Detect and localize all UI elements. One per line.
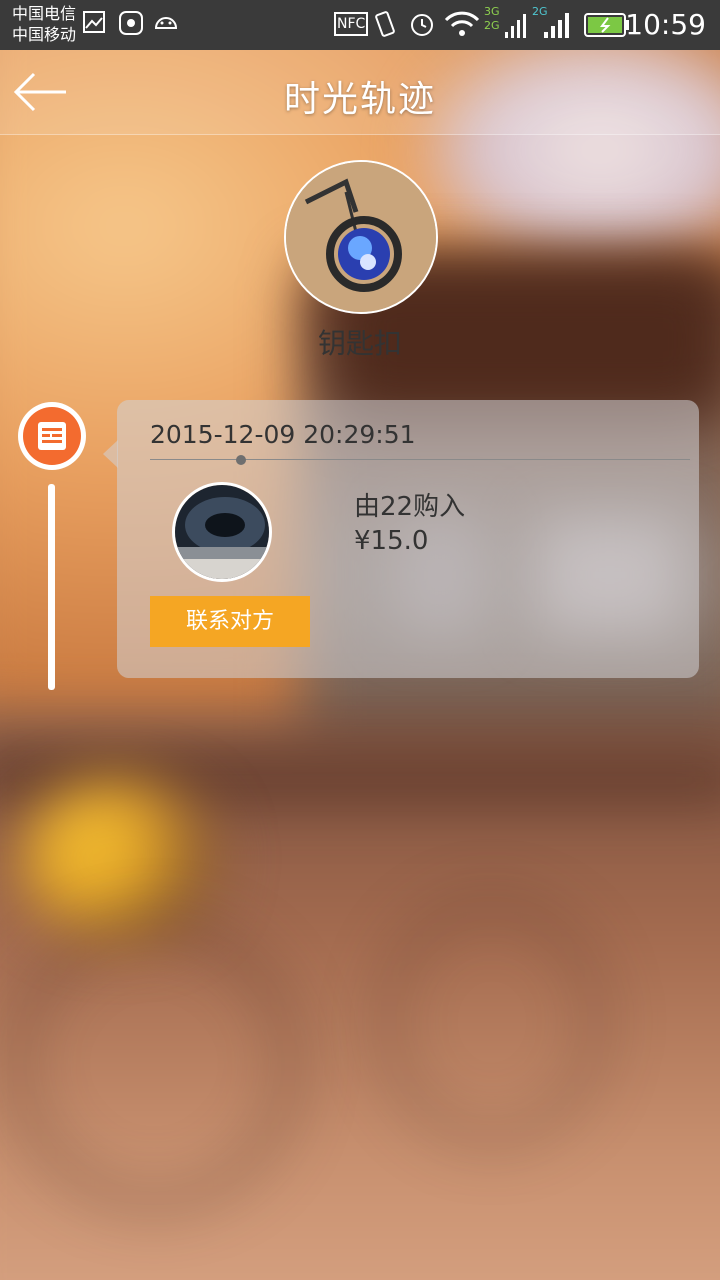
card-pointer xyxy=(103,440,118,468)
huawei-icon xyxy=(119,11,143,35)
vibrate-icon xyxy=(375,11,395,37)
keychain-image xyxy=(286,162,436,312)
purchase-price: ¥15.0 xyxy=(354,526,429,556)
document-icon xyxy=(38,422,66,450)
alarm-icon xyxy=(411,14,433,36)
android-icon xyxy=(154,17,178,29)
signal-icon-2 xyxy=(544,13,569,38)
clock: 10:59 xyxy=(625,8,706,41)
battery-icon xyxy=(584,13,629,37)
event-timestamp: 2015-12-09 20:29:51 xyxy=(150,420,416,449)
avatar-image xyxy=(175,485,269,579)
carrier-2: 中国移动 xyxy=(12,25,77,44)
card-divider xyxy=(150,459,690,460)
product-image xyxy=(284,160,438,314)
contact-button[interactable]: 联系对方 xyxy=(150,596,310,647)
image-icon xyxy=(83,11,105,33)
carrier-info: 中国电信 中国移动 xyxy=(12,3,76,45)
timeline-node xyxy=(18,402,86,470)
purchase-description: 由22购入 xyxy=(354,492,466,522)
timeline-line xyxy=(48,484,55,690)
product-name: 钥匙扣 xyxy=(317,327,402,360)
wifi-icon xyxy=(444,11,480,36)
nfc-icon: NFC xyxy=(334,12,369,36)
divider-dot xyxy=(236,455,246,465)
page-title: 时光轨迹 xyxy=(283,79,436,120)
network-labels-1: 3G 2G xyxy=(484,5,500,32)
status-bar: 中国电信 中国移动 NFC 3G 2G 2G 10:59 xyxy=(0,0,720,50)
buyer-avatar[interactable] xyxy=(172,482,272,582)
title-bar: 时光轨迹 xyxy=(0,50,720,135)
signal-icon-1 xyxy=(505,14,526,38)
carrier-1: 中国电信 xyxy=(12,4,77,23)
